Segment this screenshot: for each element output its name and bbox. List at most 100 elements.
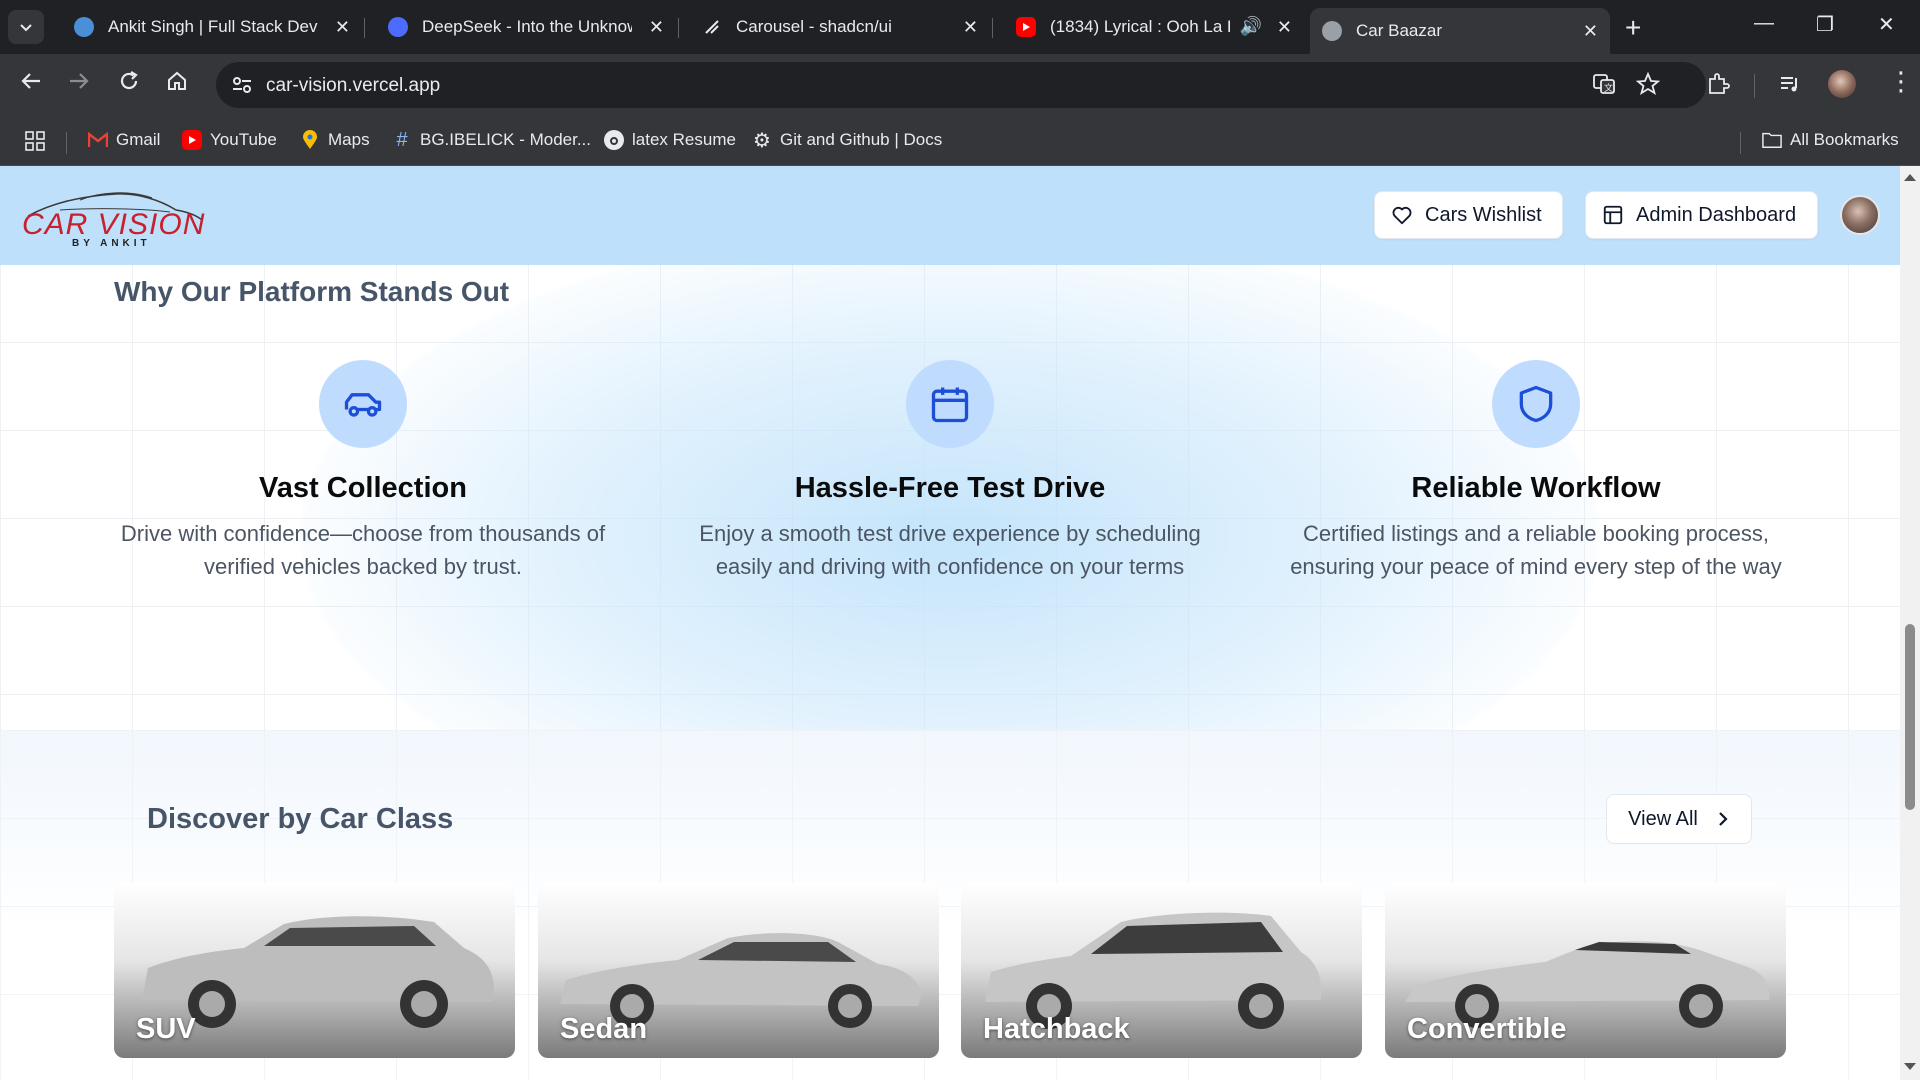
view-all-label: View All [1628,807,1698,830]
heart-icon [1392,206,1412,225]
car-class-label: Hatchback [983,1013,1130,1045]
car-vision-logo[interactable]: CAR VISION BY ANKIT [20,186,206,249]
all-bookmarks-label: All Bookmarks [1790,130,1899,149]
home-button[interactable] [160,70,194,99]
feature-vast-collection: Vast Collection Drive with confidence—ch… [103,360,623,583]
scrollbar-thumb[interactable] [1905,624,1915,810]
close-window-button[interactable]: ✕ [1878,12,1895,37]
logo-subtext: BY ANKIT [72,238,151,248]
reload-button[interactable] [112,70,146,99]
bookmark-latex-resume[interactable]: latex Resume [604,130,736,150]
media-control-icon[interactable] [1778,72,1802,102]
tab-separator [678,18,679,38]
forward-arrow-icon [70,73,89,89]
feature-title: Reliable Workflow [1411,472,1661,504]
translate-icon[interactable]: 文 [1592,72,1616,102]
close-tab-icon[interactable]: ✕ [963,17,978,38]
tab-youtube[interactable]: (1834) Lyrical : Ooh La La 🔊 ✕ [1004,8,1304,46]
bookmark-star-icon[interactable] [1635,71,1661,102]
tab-strip: Ankit Singh | Full Stack Developer ✕ Dee… [0,0,1920,54]
bookmark-bg-ibelick[interactable]: # BG.IBELICK - Moder... [392,128,592,151]
layout-dashboard-icon [1603,205,1623,225]
bookmark-label: Gmail [116,130,161,149]
hash-icon: # [396,128,408,151]
restore-button[interactable]: ❐ [1816,12,1834,37]
deepseek-favicon-icon [388,17,408,37]
tab-portfolio[interactable]: Ankit Singh | Full Stack Developer ✕ [62,8,362,46]
browser-toolbar: car-vision.vercel.app 文 ⋮ [0,54,1920,118]
back-arrow-icon [21,73,40,89]
tab-title: Carousel - shadcn/ui [736,17,892,36]
back-button[interactable] [14,70,48,99]
youtube-icon [182,130,202,150]
gear-icon: ⚙ [753,129,771,152]
wishlist-label: Cars Wishlist [1425,203,1542,226]
chevron-right-icon [1719,812,1728,826]
car-icon [344,393,382,417]
shield-icon [1519,385,1553,423]
tab-car-baazar[interactable]: Car Baazar ✕ [1310,8,1610,54]
apps-grid-icon[interactable] [24,130,46,152]
bookmark-label: YouTube [210,130,277,149]
car-class-card-convertible[interactable]: Convertible [1385,882,1786,1058]
page-scrollbar[interactable] [1900,166,1920,1080]
bookmark-git-github[interactable]: ⚙ Git and Github | Docs [752,129,942,152]
admin-dashboard-button[interactable]: Admin Dashboard [1585,191,1818,239]
logo-text: CAR VISION [22,208,205,241]
feature-description: Certified listings and a reliable bookin… [1290,521,1782,579]
admin-dashboard-label: Admin Dashboard [1636,203,1797,226]
address-bar[interactable]: car-vision.vercel.app [216,62,1706,108]
tab-shadcn[interactable]: Carousel - shadcn/ui ✕ [690,8,990,46]
bookmark-maps[interactable]: Maps [300,130,370,150]
car-class-card-hatchback[interactable]: Hatchback [961,882,1362,1058]
minimize-button[interactable]: — [1754,12,1774,35]
toolbar-divider [1754,74,1755,98]
car-class-label: SUV [136,1013,196,1045]
profile-avatar[interactable] [1828,70,1856,98]
site-header: CAR VISION BY ANKIT Cars Wishlist Admin … [0,166,1900,265]
scroll-down-arrow-icon[interactable] [1904,1063,1916,1070]
user-avatar[interactable] [1840,195,1880,235]
url-text[interactable]: car-vision.vercel.app [266,75,440,97]
feature-test-drive: Hassle-Free Test Drive Enjoy a smooth te… [690,360,1210,583]
car-class-card-suv[interactable]: SUV [114,882,515,1058]
bookmark-label: BG.IBELICK - Moder... [420,130,592,149]
bookmark-divider [1740,132,1741,154]
forward-button[interactable] [62,70,96,99]
calendar-icon [931,387,969,423]
bookmarks-bar: Gmail YouTube Maps # BG.IBELICK - Moder.… [0,118,1920,166]
site-info-icon[interactable] [230,73,254,97]
tab-search-button[interactable] [8,10,44,44]
menu-kebab-icon[interactable]: ⋮ [1888,68,1914,94]
feature-title: Hassle-Free Test Drive [794,472,1106,504]
chevron-down-icon [20,24,32,32]
feature-icon-circle [1492,360,1580,448]
tab-deepseek[interactable]: DeepSeek - Into the Unknown ✕ [376,8,676,46]
car-class-card-sedan[interactable]: Sedan [538,882,939,1058]
close-tab-icon[interactable]: ✕ [335,17,350,38]
extensions-icon[interactable] [1706,72,1730,102]
bookmark-label: Maps [328,130,370,149]
cars-wishlist-button[interactable]: Cars Wishlist [1374,191,1563,239]
scroll-up-arrow-icon[interactable] [1904,174,1916,181]
car-favicon-icon [1322,21,1342,41]
close-tab-icon[interactable]: ✕ [1277,17,1292,38]
bookmark-label: latex Resume [632,130,736,149]
portfolio-favicon-icon [74,17,94,37]
bookmark-youtube[interactable]: YouTube [182,130,277,150]
close-tab-icon[interactable]: ✕ [649,17,664,38]
view-all-button[interactable]: View All [1606,794,1752,844]
tab-title: Ankit Singh | Full Stack Developer [108,17,318,36]
why-platform-title: Why Our Platform Stands Out [114,276,510,307]
bookmark-divider [66,132,67,154]
close-tab-icon[interactable]: ✕ [1583,21,1598,42]
page-viewport: CAR VISION BY ANKIT Cars Wishlist Admin … [0,166,1900,1080]
tab-separator [992,18,993,38]
youtube-favicon-icon [1016,17,1036,37]
bookmark-gmail[interactable]: Gmail [88,130,160,150]
new-tab-button[interactable]: + [1625,12,1641,44]
speaker-icon[interactable]: 🔊 [1240,16,1262,37]
discover-car-class-title: Discover by Car Class [147,803,454,835]
reload-icon [120,71,138,90]
all-bookmarks[interactable]: All Bookmarks [1762,130,1899,150]
